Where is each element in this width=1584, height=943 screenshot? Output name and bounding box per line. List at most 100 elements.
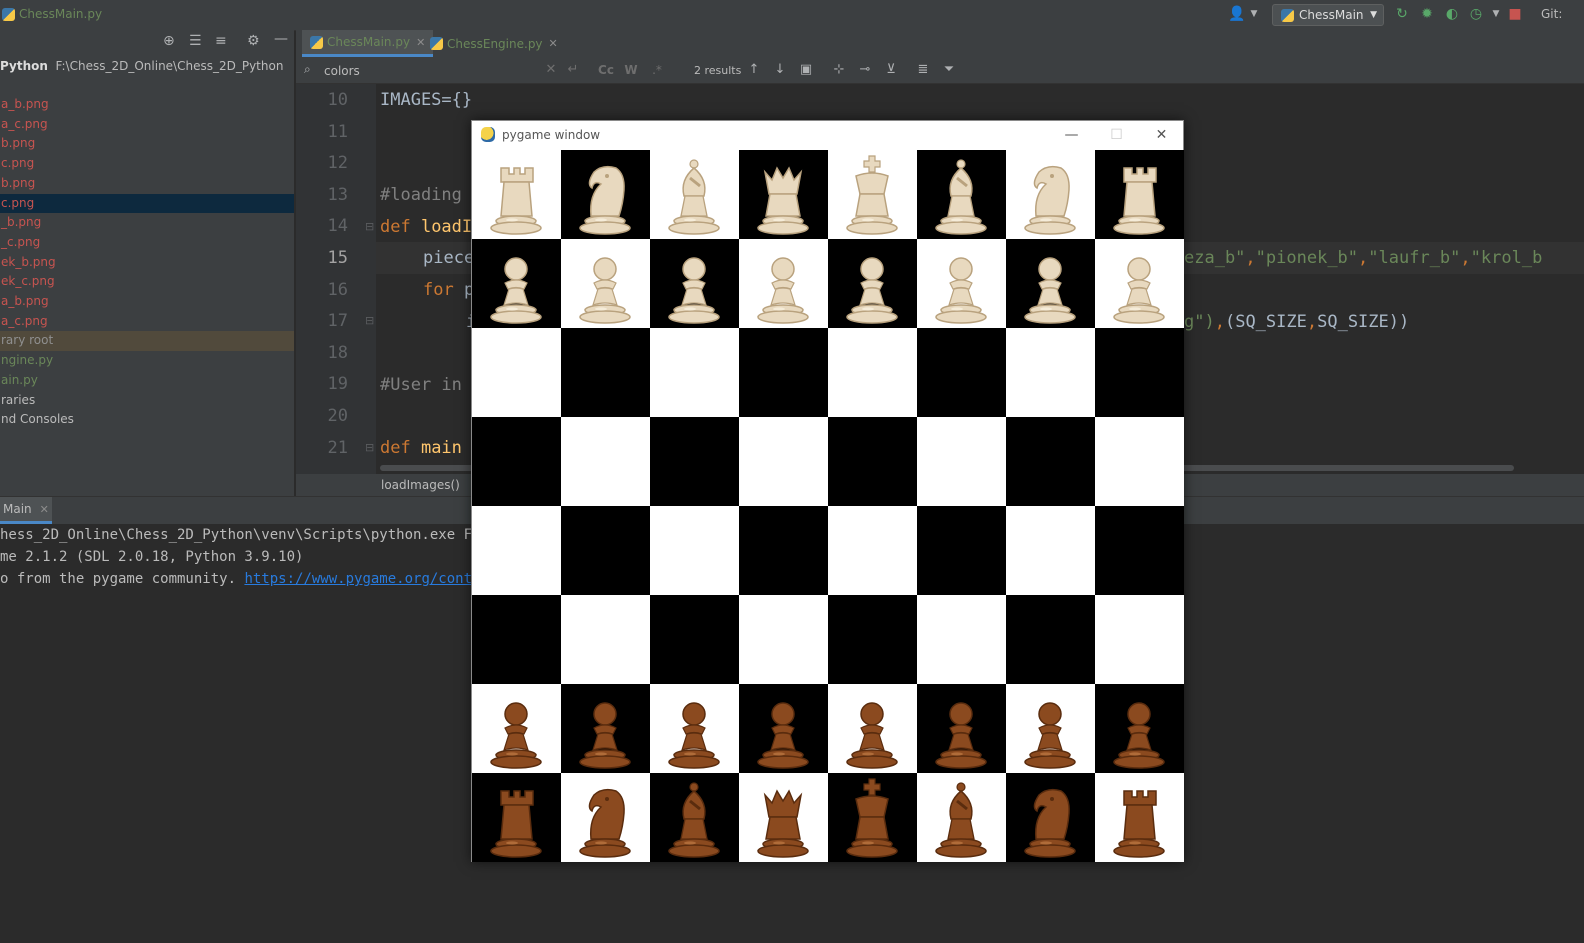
project-root[interactable]: Python F:\Chess_2D_Online\Chess_2D_Pytho… — [0, 59, 283, 73]
board-square[interactable] — [650, 239, 739, 328]
white-pawn-icon[interactable] — [472, 239, 561, 328]
regex-toggle[interactable]: .* — [648, 61, 666, 79]
board-square[interactable] — [739, 328, 828, 417]
board-square[interactable] — [561, 684, 650, 773]
black-pawn-icon[interactable] — [828, 684, 917, 773]
minimize-button[interactable]: — — [1049, 121, 1094, 149]
board-square[interactable] — [1095, 328, 1184, 417]
board-square[interactable] — [1006, 506, 1095, 595]
white-rook-icon[interactable] — [472, 150, 561, 239]
board-square[interactable] — [472, 150, 561, 239]
board-square[interactable] — [1006, 150, 1095, 239]
black-pawn-icon[interactable] — [1095, 684, 1184, 773]
previous-occurrence-icon[interactable]: ↑ — [746, 61, 762, 79]
project-tree-item[interactable]: rary root — [0, 331, 294, 352]
board-square[interactable] — [1006, 417, 1095, 506]
breadcrumb-item[interactable]: loadImages() — [381, 478, 460, 492]
board-square[interactable] — [917, 595, 1006, 684]
board-square[interactable] — [1095, 239, 1184, 328]
board-square[interactable] — [739, 684, 828, 773]
select-occurrences-icon[interactable]: ⊻ — [882, 61, 900, 79]
white-bishop-icon[interactable] — [650, 150, 739, 239]
white-knight-icon[interactable] — [561, 150, 650, 239]
board-square[interactable] — [1006, 328, 1095, 417]
match-case-toggle[interactable]: Cc — [596, 61, 616, 79]
board-square[interactable] — [828, 595, 917, 684]
white-pawn-icon[interactable] — [917, 239, 1006, 328]
board-square[interactable] — [472, 506, 561, 595]
board-square[interactable] — [561, 328, 650, 417]
filter-settings-icon[interactable]: ≣ — [914, 61, 932, 79]
git-label[interactable]: Git: — [1541, 7, 1562, 21]
rerun-icon[interactable]: ↻ — [1394, 6, 1410, 22]
board-square[interactable] — [739, 595, 828, 684]
white-pawn-icon[interactable] — [1095, 239, 1184, 328]
board-square[interactable] — [561, 773, 650, 862]
collapse-all-icon[interactable]: ≡ — [215, 33, 227, 49]
hide-panel-icon[interactable]: — — [274, 31, 288, 47]
whole-words-toggle[interactable]: W — [622, 61, 640, 79]
project-tree-item[interactable]: ain.py — [0, 371, 294, 391]
board-square[interactable] — [739, 150, 828, 239]
board-square[interactable] — [1095, 773, 1184, 862]
board-square[interactable] — [828, 506, 917, 595]
coverage-icon[interactable]: ◐ — [1444, 6, 1460, 22]
project-tree-item[interactable]: a_c.png — [0, 312, 294, 332]
black-king-icon[interactable] — [828, 773, 917, 862]
board-square[interactable] — [472, 417, 561, 506]
clear-search-icon[interactable]: ✕ — [544, 61, 558, 79]
project-tree-item[interactable]: c.png — [0, 154, 294, 174]
expand-all-icon[interactable]: ☰ — [189, 33, 202, 49]
board-square[interactable] — [1095, 150, 1184, 239]
filter-icon[interactable]: ⏷ — [940, 61, 958, 79]
console-link[interactable]: https://www.pygame.org/contribu — [244, 571, 505, 587]
black-pawn-icon[interactable] — [739, 684, 828, 773]
project-tree-item[interactable]: b.png — [0, 174, 294, 194]
board-square[interactable] — [739, 239, 828, 328]
fold-icon[interactable]: ⊟ — [365, 441, 374, 454]
board-square[interactable] — [650, 506, 739, 595]
board-square[interactable] — [739, 773, 828, 862]
project-tree-item[interactable]: nd Consoles — [0, 410, 294, 430]
search-history-icon[interactable]: ↵ — [564, 61, 582, 79]
close-tab-icon[interactable]: ✕ — [549, 37, 558, 50]
run-tab-main[interactable]: Main ✕ — [0, 497, 52, 524]
board-square[interactable] — [917, 417, 1006, 506]
black-bishop-icon[interactable] — [917, 773, 1006, 862]
board-square[interactable] — [1095, 684, 1184, 773]
project-tree-item[interactable]: ek_b.png — [0, 253, 294, 273]
project-tree-item[interactable]: a_b.png — [0, 95, 294, 115]
project-tree-item[interactable]: ek_c.png — [0, 272, 294, 292]
black-pawn-icon[interactable] — [472, 684, 561, 773]
remove-occurrence-icon[interactable]: ⊸ — [856, 61, 874, 79]
board-square[interactable] — [739, 506, 828, 595]
project-tree-item[interactable]: ngine.py — [0, 351, 294, 371]
board-square[interactable] — [561, 239, 650, 328]
tab-chessengine[interactable]: ChessEngine.py ✕ — [422, 30, 566, 57]
white-rook-icon[interactable] — [1095, 150, 1184, 239]
project-tree-item[interactable]: _b.png — [0, 213, 294, 233]
white-king-icon[interactable] — [828, 150, 917, 239]
board-square[interactable] — [1006, 684, 1095, 773]
white-bishop-icon[interactable] — [917, 150, 1006, 239]
close-tab-icon[interactable]: ✕ — [40, 503, 49, 516]
user-dropdown-chevron-icon[interactable]: ▼ — [1246, 6, 1262, 22]
board-square[interactable] — [561, 595, 650, 684]
stop-icon[interactable]: ■ — [1507, 6, 1523, 22]
project-tree-item[interactable]: b.png — [0, 134, 294, 154]
profile-icon[interactable]: ◷ — [1468, 6, 1484, 22]
black-pawn-icon[interactable] — [917, 684, 1006, 773]
maximize-button[interactable]: ☐ — [1094, 121, 1139, 149]
board-square[interactable] — [917, 239, 1006, 328]
project-tree-item[interactable]: raries — [0, 391, 294, 411]
fold-icon[interactable]: ⊟ — [365, 220, 374, 233]
board-square[interactable] — [917, 773, 1006, 862]
white-pawn-icon[interactable] — [1006, 239, 1095, 328]
white-knight-icon[interactable] — [1006, 150, 1095, 239]
debug-icon[interactable]: ✹ — [1419, 6, 1435, 22]
black-pawn-icon[interactable] — [1006, 684, 1095, 773]
white-pawn-icon[interactable] — [561, 239, 650, 328]
board-square[interactable] — [472, 595, 561, 684]
run-configuration-select[interactable]: ChessMain ▼ — [1272, 4, 1384, 26]
white-pawn-icon[interactable] — [828, 239, 917, 328]
